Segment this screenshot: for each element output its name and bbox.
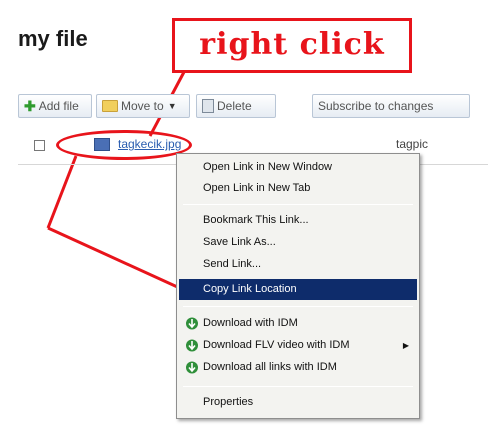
plus-icon: ✚ (24, 97, 36, 114)
delete-label: Delete (217, 99, 252, 113)
subscribe-button[interactable]: Subscribe to changes (312, 94, 470, 118)
menu-separator (183, 306, 413, 307)
file-tag: tagpic (396, 137, 429, 151)
menu-item-open-new-tab[interactable]: Open Link in New Tab (179, 178, 417, 199)
menu-item-copy-link-location[interactable]: Copy Link Location (179, 279, 417, 300)
move-to-button[interactable]: Move to ▼ (96, 94, 190, 118)
chevron-down-icon: ▼ (167, 101, 177, 111)
file-checkbox[interactable] (34, 140, 45, 151)
trash-icon (202, 99, 214, 113)
menu-item-bookmark-link[interactable]: Bookmark This Link... (179, 210, 417, 231)
idm-icon (186, 339, 198, 352)
idm-icon (186, 361, 198, 374)
menu-item-label: Download FLV video with IDM (203, 339, 350, 351)
menu-item-send-link[interactable]: Send Link... (179, 254, 417, 275)
menu-item-properties[interactable]: Properties (179, 392, 417, 413)
folder-icon (102, 100, 118, 112)
idm-icon (186, 317, 198, 330)
menu-separator (183, 386, 413, 387)
menu-item-label: Download all links with IDM (203, 361, 337, 373)
menu-item-save-link-as[interactable]: Save Link As... (179, 232, 417, 253)
menu-item-label: Download with IDM (203, 317, 298, 329)
menu-item-download-all-idm[interactable]: Download all links with IDM (179, 357, 417, 378)
move-to-label: Move to (121, 99, 164, 113)
add-file-label: Add file (38, 99, 79, 113)
menu-item-download-idm[interactable]: Download with IDM (179, 313, 417, 334)
menu-separator (183, 204, 413, 205)
add-file-button[interactable]: ✚ Add file (18, 94, 92, 118)
annotation-oval (56, 130, 192, 160)
context-menu: Open Link in New Window Open Link in New… (176, 153, 420, 419)
menu-item-download-flv-idm[interactable]: Download FLV video with IDM ▶ (179, 335, 417, 356)
page-bottom (0, 428, 488, 438)
menu-item-open-new-window[interactable]: Open Link in New Window (179, 157, 417, 178)
delete-button[interactable]: Delete (196, 94, 276, 118)
submenu-arrow-icon: ▶ (402, 341, 409, 350)
subscribe-label: Subscribe to changes (318, 99, 434, 113)
